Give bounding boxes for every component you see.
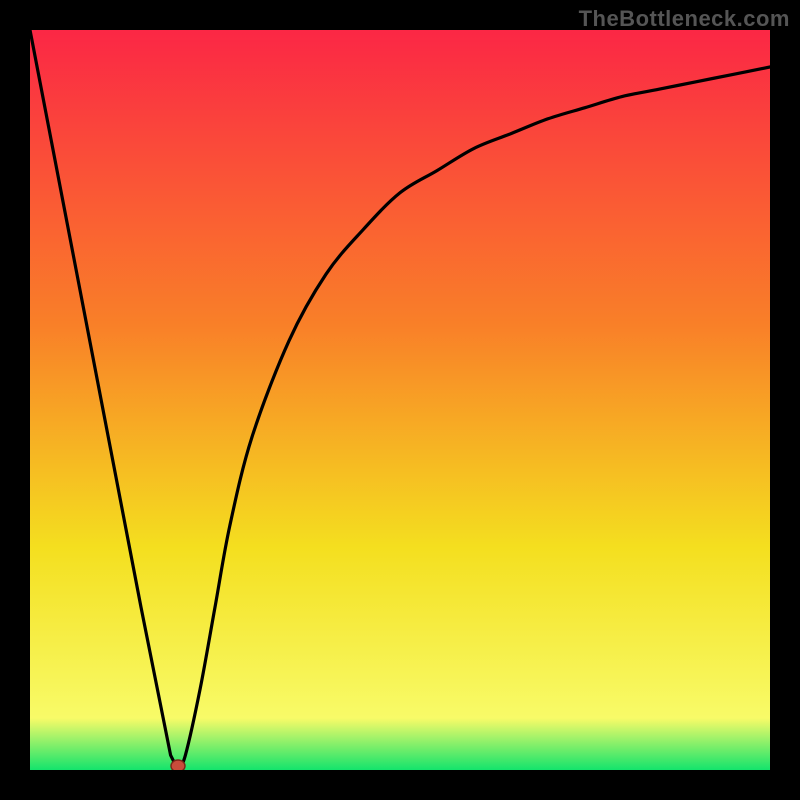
watermark-text: TheBottleneck.com <box>579 6 790 32</box>
bottleneck-chart <box>30 30 770 770</box>
chart-frame: TheBottleneck.com <box>0 0 800 800</box>
plot-background <box>30 30 770 770</box>
optimal-point-marker <box>171 760 185 770</box>
